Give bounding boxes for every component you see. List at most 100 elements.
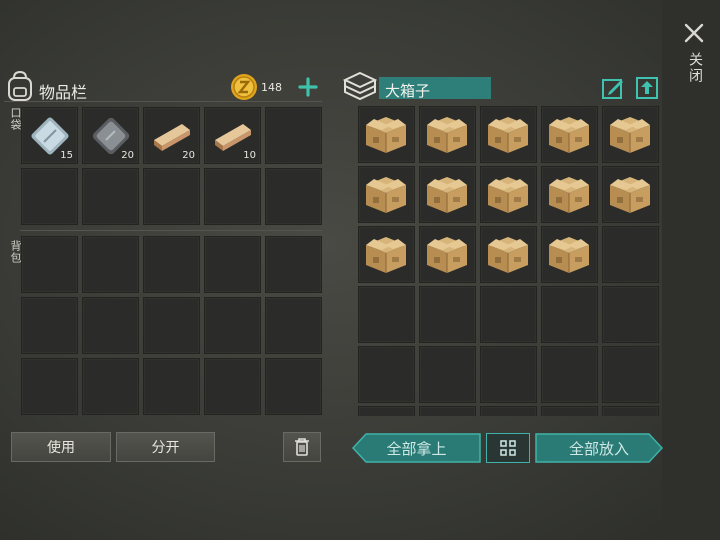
container-slot[interactable] <box>419 286 476 343</box>
backpack-slot[interactable] <box>82 297 139 354</box>
container-name-field[interactable]: 大箱子 <box>379 77 491 100</box>
container-slot[interactable] <box>358 346 415 403</box>
cardboard-box-icon <box>549 237 589 273</box>
cardboard-box-item <box>424 113 470 162</box>
container-slot[interactable] <box>419 226 476 283</box>
sort-button[interactable] <box>486 433 530 463</box>
pocket-slot-7[interactable] <box>82 168 139 225</box>
coin-icon <box>231 74 257 100</box>
backpack-slot[interactable] <box>265 236 322 293</box>
pocket-slot-5[interactable] <box>265 107 322 164</box>
container-slot[interactable] <box>419 406 476 416</box>
container-slot[interactable] <box>480 406 537 416</box>
backpack-slot[interactable] <box>143 297 200 354</box>
cardboard-box-item <box>363 113 409 162</box>
container-slot[interactable] <box>541 106 598 163</box>
container-slot[interactable] <box>541 286 598 343</box>
cardboard-box-item <box>546 233 592 282</box>
backpack-slot[interactable] <box>143 236 200 293</box>
cardboard-box-item <box>363 233 409 282</box>
container-slot[interactable] <box>480 106 537 163</box>
container-slot[interactable] <box>602 106 659 163</box>
container-slot[interactable] <box>602 406 659 416</box>
cardboard-box-icon <box>549 117 589 153</box>
container-slot[interactable] <box>602 226 659 283</box>
cardboard-box-item <box>485 233 531 282</box>
header-underline <box>4 101 322 102</box>
edit-icon[interactable] <box>601 76 625 100</box>
container-slot[interactable] <box>480 286 537 343</box>
close-button[interactable]: 关闭 <box>676 16 712 96</box>
pocket-slot-2[interactable]: 20 <box>82 107 139 164</box>
backpack-slot[interactable] <box>82 358 139 415</box>
backpack-slot[interactable] <box>204 358 261 415</box>
trash-button[interactable] <box>283 432 321 462</box>
pocket-slot-3[interactable]: 20 <box>143 107 200 164</box>
container-name: 大箱子 <box>385 83 431 100</box>
wood-plank-icon <box>154 124 190 151</box>
pocket-slot-9[interactable] <box>204 168 261 225</box>
cardboard-box-icon <box>366 117 406 153</box>
container-slot[interactable] <box>358 106 415 163</box>
container-slot[interactable] <box>358 286 415 343</box>
inventory-title: 物品栏 <box>39 85 88 102</box>
cardboard-box-icon <box>427 177 467 213</box>
backpack-slot[interactable] <box>204 236 261 293</box>
put-all-button[interactable]: 全部放入 <box>535 433 663 463</box>
section-divider <box>20 230 322 231</box>
backpack-icon <box>8 70 32 101</box>
container-slot[interactable] <box>602 166 659 223</box>
container-slot[interactable] <box>541 346 598 403</box>
plus-icon[interactable] <box>298 77 318 97</box>
container-slot[interactable] <box>541 406 598 416</box>
backpack-slot[interactable] <box>21 297 78 354</box>
container-slot[interactable] <box>480 346 537 403</box>
cardboard-box-icon <box>549 177 589 213</box>
container-slot[interactable] <box>358 406 415 416</box>
container-slot[interactable] <box>358 226 415 283</box>
container-slot[interactable] <box>541 166 598 223</box>
backpack-slot[interactable] <box>265 358 322 415</box>
take-all-button[interactable]: 全部拿上 <box>352 433 481 463</box>
cardboard-box-icon <box>488 237 528 273</box>
container-slot[interactable] <box>602 346 659 403</box>
cardboard-box-icon <box>610 117 650 153</box>
container-slot[interactable] <box>358 166 415 223</box>
container-slot[interactable] <box>419 346 476 403</box>
cardboard-box-item <box>485 173 531 222</box>
split-button[interactable]: 分开 <box>116 432 215 462</box>
cardboard-box-item <box>424 233 470 282</box>
backpack-slot[interactable] <box>204 297 261 354</box>
cardboard-box-icon <box>366 177 406 213</box>
pocket-slot-6[interactable] <box>21 168 78 225</box>
item-count: 10 <box>243 150 256 161</box>
pocket-slot-10[interactable] <box>265 168 322 225</box>
cardboard-box-icon <box>610 177 650 213</box>
container-slot[interactable] <box>419 166 476 223</box>
container-grid <box>358 106 660 416</box>
container-slot[interactable] <box>541 226 598 283</box>
pocket-slot-1[interactable]: 15 <box>21 107 78 164</box>
backpack-slot[interactable] <box>21 358 78 415</box>
container-slot[interactable] <box>480 166 537 223</box>
container-slot[interactable] <box>602 286 659 343</box>
close-label: 关闭 <box>688 52 704 84</box>
backpack-slot[interactable] <box>265 297 322 354</box>
pocket-slot-4[interactable]: 10 <box>204 107 261 164</box>
cardboard-box-item <box>607 113 653 162</box>
cardboard-box-icon <box>488 177 528 213</box>
pocket-slot-8[interactable] <box>143 168 200 225</box>
item-count: 20 <box>182 150 195 161</box>
backpack-slot[interactable] <box>82 236 139 293</box>
use-button[interactable]: 使用 <box>11 432 111 462</box>
container-slot[interactable] <box>419 106 476 163</box>
grid-icon <box>500 440 516 456</box>
trash-icon <box>295 438 309 456</box>
backpack-slot[interactable] <box>143 358 200 415</box>
cardboard-box-item <box>546 113 592 162</box>
take-all-label: 全部拿上 <box>386 440 447 458</box>
backpack-slot[interactable] <box>21 236 78 293</box>
container-slot[interactable] <box>480 226 537 283</box>
chest-icon <box>343 71 377 101</box>
upgrade-icon[interactable] <box>635 76 659 100</box>
